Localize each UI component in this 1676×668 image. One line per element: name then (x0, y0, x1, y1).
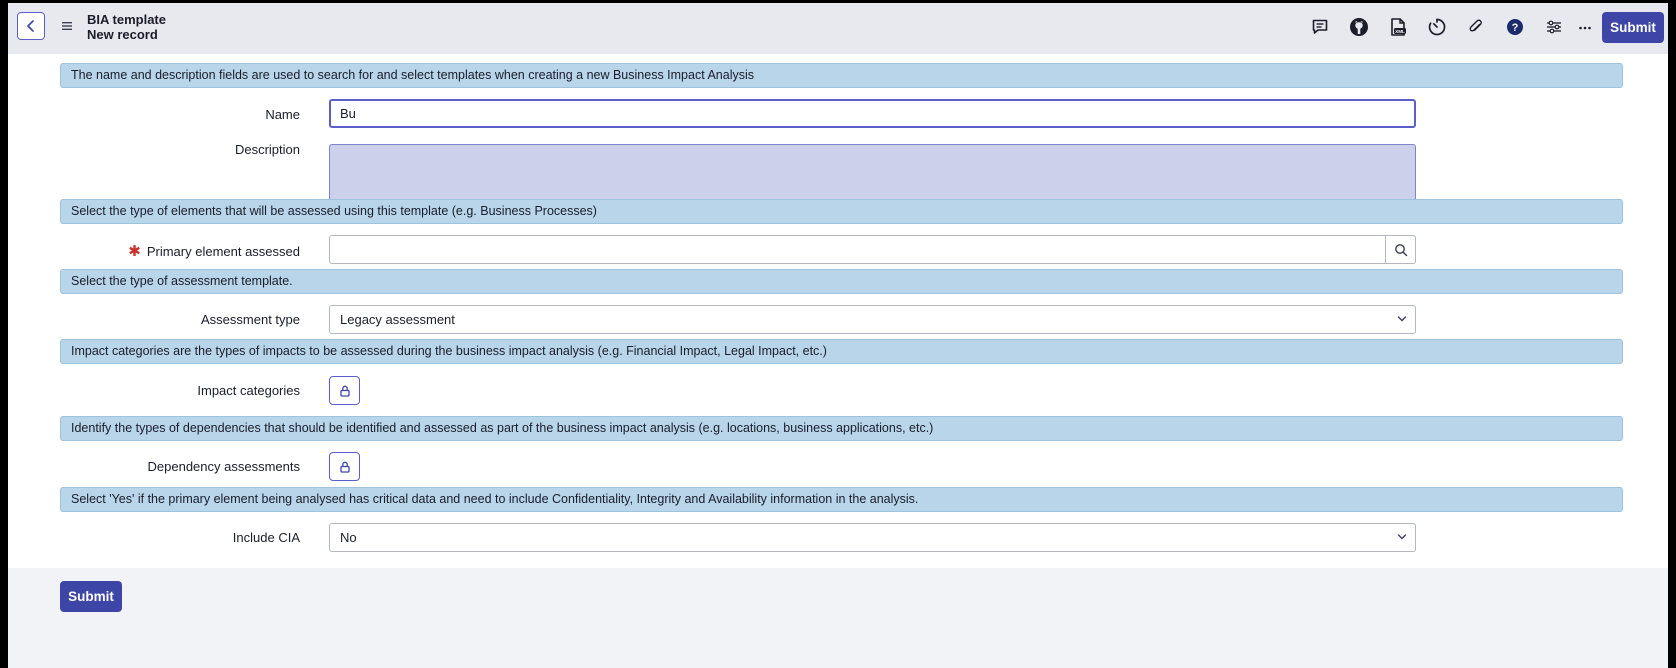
form-header: BIA template New record XML ? Submit (8, 3, 1668, 54)
comment-icon (1312, 19, 1328, 34)
search-icon (1394, 243, 1407, 256)
help-icon: ? (1507, 19, 1523, 35)
include-cia-label: Include CIA (232, 530, 300, 545)
svg-text:XML: XML (1395, 29, 1405, 34)
chevron-down-icon (1397, 316, 1407, 322)
github-button[interactable] (1348, 16, 1370, 38)
timer-button[interactable] (1426, 16, 1448, 38)
lock-icon (339, 461, 350, 473)
timer-icon (1428, 18, 1446, 36)
primary-element-label: ✱ Primary element assessed (128, 242, 300, 260)
dependency-assessments-label: Dependency assessments (147, 459, 300, 474)
form-body: The name and description fields are used… (8, 54, 1668, 568)
header-submit-button[interactable]: Submit (1602, 12, 1664, 43)
attachment-button[interactable] (1465, 16, 1487, 38)
description-textarea[interactable] (329, 144, 1416, 203)
more-icon (1579, 26, 1591, 30)
primary-element-field[interactable] (329, 235, 1416, 264)
personalize-button[interactable] (1543, 16, 1565, 38)
comment-button[interactable] (1309, 16, 1331, 38)
section-annotation-assessment-type: Select the type of assessment template. (60, 269, 1623, 294)
name-input[interactable]: Bu (329, 99, 1416, 128)
footer-submit-button[interactable]: Submit (60, 581, 122, 612)
assessment-type-label: Assessment type (201, 312, 300, 327)
xml-document-icon: XML (1391, 18, 1406, 36)
description-label: Description (234, 142, 300, 157)
include-cia-value: No (340, 530, 357, 545)
form-title: BIA template (87, 12, 166, 27)
chevron-down-icon (1397, 534, 1407, 540)
impact-categories-label: Impact categories (197, 383, 300, 398)
github-icon (1350, 18, 1368, 36)
help-button[interactable]: ? (1504, 16, 1526, 38)
impact-categories-unlock-button[interactable] (329, 376, 360, 405)
assessment-type-select[interactable]: Legacy assessment (329, 305, 1416, 334)
primary-element-lookup-button[interactable] (1385, 236, 1415, 263)
form-subtitle: New record (87, 27, 158, 42)
assessment-type-value: Legacy assessment (340, 312, 455, 327)
primary-element-label-text: Primary element assessed (146, 244, 300, 259)
settings-sliders-icon (1547, 20, 1561, 34)
section-annotation-dependencies: Identify the types of dependencies that … (60, 416, 1623, 441)
section-annotation-name-description: The name and description fields are used… (60, 63, 1623, 88)
menu-icon[interactable] (60, 19, 74, 33)
paperclip-icon (1469, 19, 1482, 32)
section-annotation-impact-categories: Impact categories are the types of impac… (60, 339, 1623, 364)
page: BIA template New record XML ? Submit The… (8, 3, 1668, 668)
lock-icon (339, 385, 350, 397)
section-annotation-cia: Select 'Yes' if the primary element bein… (60, 487, 1623, 512)
back-button[interactable] (17, 12, 45, 40)
more-options-button[interactable] (1574, 16, 1596, 38)
include-cia-select[interactable]: No (329, 523, 1416, 552)
dependency-assessments-unlock-button[interactable] (329, 452, 360, 481)
svg-text:?: ? (1512, 22, 1519, 34)
name-label: Name (265, 107, 300, 122)
required-marker: ✱ (128, 243, 141, 260)
section-annotation-elements: Select the type of elements that will be… (60, 199, 1623, 224)
back-icon (27, 20, 34, 32)
xml-document-button[interactable]: XML (1387, 16, 1409, 38)
